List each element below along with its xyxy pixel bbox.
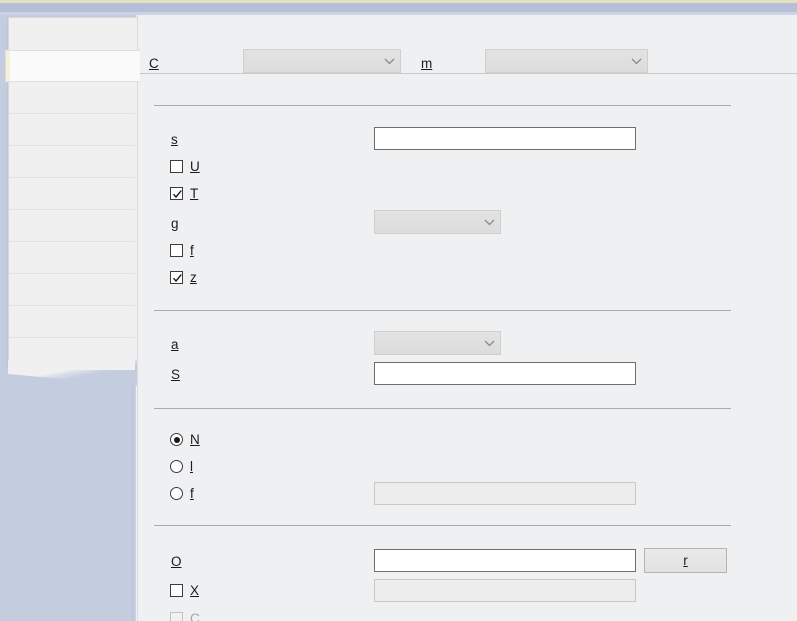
- project-properties-window: C m s U T g f z a S N l f O r X C: [0, 0, 797, 621]
- warning-level-dropdown[interactable]: [374, 331, 501, 355]
- browse-button[interactable]: r: [644, 548, 727, 573]
- conditional-compilation-symbols-label: s: [171, 132, 178, 147]
- xml-documentation-file-label: X: [190, 583, 200, 598]
- radio-circle: [170, 460, 183, 473]
- check-icon: [172, 190, 182, 199]
- sidebar-item-services[interactable]: [9, 178, 135, 210]
- radio-specific-label: f: [190, 486, 194, 501]
- optimize-code-checkbox[interactable]: z: [170, 270, 197, 285]
- sidebar-item-reference-paths[interactable]: [9, 242, 135, 274]
- allow-unsafe-code-checkbox[interactable]: f: [170, 243, 194, 258]
- sidebar-item-build[interactable]: [6, 50, 140, 82]
- radio-circle: [170, 433, 183, 446]
- sidebar-item-resources[interactable]: [9, 146, 135, 178]
- xml-documentation-file-checkbox[interactable]: X: [170, 583, 199, 598]
- sidebar-item-build-events[interactable]: [9, 82, 135, 114]
- checkbox-box: [170, 187, 183, 200]
- errors-warnings-group-header: [146, 302, 731, 318]
- browse-button-label: r: [683, 553, 688, 568]
- radio-circle: [170, 487, 183, 500]
- output-path-label: O: [171, 554, 182, 569]
- treat-warnings-radio-none[interactable]: N: [170, 432, 200, 447]
- treat-warnings-radio-all[interactable]: l: [170, 459, 193, 474]
- general-group-header: [146, 97, 731, 113]
- chevron-down-icon: [378, 50, 400, 72]
- define-trace-checkbox[interactable]: T: [170, 186, 198, 201]
- checkbox-box: [170, 271, 183, 284]
- platform-dropdown[interactable]: [485, 49, 648, 73]
- group-rule: [154, 104, 731, 106]
- specific-warnings-input[interactable]: [374, 482, 636, 505]
- window-chrome-band: [0, 3, 797, 12]
- warning-level-label: a: [171, 337, 179, 352]
- output-group-header: [146, 517, 731, 533]
- treat-warnings-group-header: [146, 400, 731, 416]
- platform-target-dropdown[interactable]: [374, 210, 501, 234]
- define-debug-checkbox[interactable]: U: [170, 159, 200, 174]
- radio-all-label: l: [190, 459, 193, 474]
- checkbox-box: [170, 612, 183, 621]
- checkbox-box: [170, 160, 183, 173]
- platform-target-label: g: [171, 216, 179, 231]
- group-rule: [154, 407, 731, 409]
- checkbox-box: [170, 244, 183, 257]
- sidebar-item-application[interactable]: [9, 19, 135, 51]
- sidebar-item-security[interactable]: [9, 306, 135, 338]
- conditional-compilation-symbols-input[interactable]: [374, 127, 636, 150]
- configuration-label: C: [149, 56, 159, 71]
- radio-dot: [173, 436, 180, 443]
- treat-warnings-radio-specific[interactable]: f: [170, 486, 194, 501]
- radio-none-label: N: [190, 432, 200, 447]
- chevron-down-icon: [625, 50, 647, 72]
- sidebar-item-debug[interactable]: [9, 114, 135, 146]
- register-com-interop-label: C: [190, 611, 200, 621]
- xml-documentation-file-input[interactable]: [374, 579, 636, 602]
- group-rule: [154, 524, 731, 526]
- register-com-interop-checkbox: C: [170, 611, 200, 621]
- toolbar-separator: [138, 73, 797, 74]
- build-settings-panel: C m s U T g f z a S N l f O r X C: [137, 15, 797, 621]
- chevron-down-icon: [478, 332, 500, 354]
- sidebar-item-signing[interactable]: [9, 274, 135, 306]
- suppress-warnings-input[interactable]: [374, 362, 636, 385]
- sidebar-item-publish[interactable]: [9, 338, 135, 370]
- check-icon: [172, 274, 182, 283]
- optimize-code-label: z: [190, 270, 197, 285]
- group-rule: [154, 309, 731, 311]
- define-trace-label: T: [190, 186, 199, 201]
- allow-unsafe-code-label: f: [190, 243, 194, 258]
- platform-label: m: [421, 56, 433, 71]
- output-path-input[interactable]: [374, 549, 636, 572]
- chevron-down-icon: [478, 211, 500, 233]
- configuration-dropdown[interactable]: [243, 49, 401, 73]
- suppress-warnings-label: S: [171, 367, 181, 382]
- checkbox-box: [170, 584, 183, 597]
- define-debug-label: U: [190, 159, 200, 174]
- sidebar-item-settings[interactable]: [9, 210, 135, 242]
